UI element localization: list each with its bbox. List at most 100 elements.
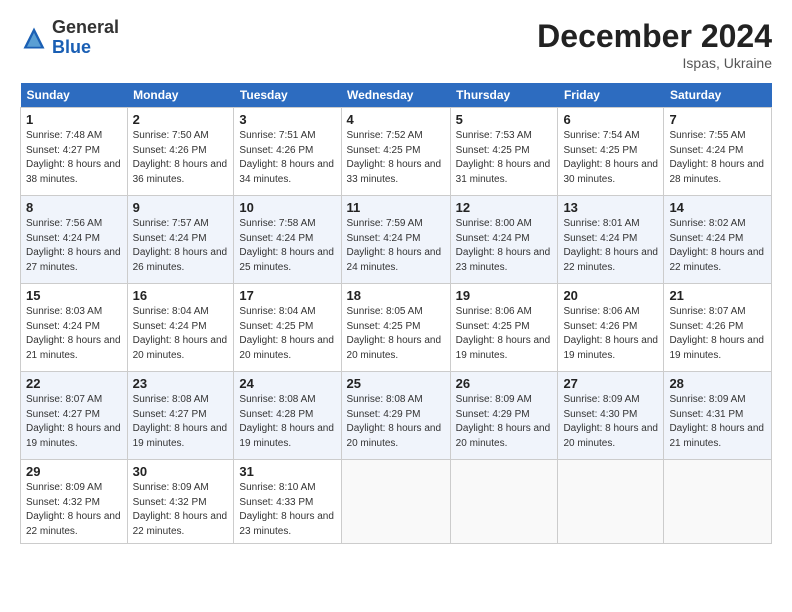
calendar-week-row: 22 Sunrise: 8:07 AMSunset: 4:27 PMDaylig… (21, 372, 772, 460)
day-info: Sunrise: 8:06 AMSunset: 4:26 PMDaylight:… (563, 306, 658, 361)
table-row: 16 Sunrise: 8:04 AMSunset: 4:24 PMDaylig… (127, 284, 234, 372)
table-row: 3 Sunrise: 7:51 AMSunset: 4:26 PMDayligh… (234, 108, 341, 196)
day-number: 16 (133, 288, 229, 303)
day-number: 3 (239, 112, 335, 127)
day-info: Sunrise: 8:09 AMSunset: 4:32 PMDaylight:… (26, 482, 121, 537)
table-row: 13 Sunrise: 8:01 AMSunset: 4:24 PMDaylig… (558, 196, 664, 284)
table-row: 11 Sunrise: 7:59 AMSunset: 4:24 PMDaylig… (341, 196, 450, 284)
day-info: Sunrise: 8:07 AMSunset: 4:26 PMDaylight:… (669, 306, 764, 361)
table-row (341, 460, 450, 544)
day-number: 21 (669, 288, 766, 303)
day-info: Sunrise: 8:09 AMSunset: 4:31 PMDaylight:… (669, 394, 764, 449)
day-info: Sunrise: 8:05 AMSunset: 4:25 PMDaylight:… (347, 306, 442, 361)
table-row: 20 Sunrise: 8:06 AMSunset: 4:26 PMDaylig… (558, 284, 664, 372)
table-row: 15 Sunrise: 8:03 AMSunset: 4:24 PMDaylig… (21, 284, 128, 372)
table-row: 5 Sunrise: 7:53 AMSunset: 4:25 PMDayligh… (450, 108, 558, 196)
logo-icon (20, 24, 48, 52)
day-number: 7 (669, 112, 766, 127)
day-info: Sunrise: 8:03 AMSunset: 4:24 PMDaylight:… (26, 306, 121, 361)
table-row (558, 460, 664, 544)
calendar-week-row: 15 Sunrise: 8:03 AMSunset: 4:24 PMDaylig… (21, 284, 772, 372)
table-row: 31 Sunrise: 8:10 AMSunset: 4:33 PMDaylig… (234, 460, 341, 544)
col-wednesday: Wednesday (341, 83, 450, 108)
day-number: 20 (563, 288, 658, 303)
calendar-header-row: Sunday Monday Tuesday Wednesday Thursday… (21, 83, 772, 108)
location: Ispas, Ukraine (537, 55, 772, 71)
table-row: 19 Sunrise: 8:06 AMSunset: 4:25 PMDaylig… (450, 284, 558, 372)
day-number: 26 (456, 376, 553, 391)
day-info: Sunrise: 8:09 AMSunset: 4:32 PMDaylight:… (133, 482, 228, 537)
table-row: 29 Sunrise: 8:09 AMSunset: 4:32 PMDaylig… (21, 460, 128, 544)
day-number: 19 (456, 288, 553, 303)
table-row: 8 Sunrise: 7:56 AMSunset: 4:24 PMDayligh… (21, 196, 128, 284)
day-info: Sunrise: 8:02 AMSunset: 4:24 PMDaylight:… (669, 218, 764, 273)
day-number: 6 (563, 112, 658, 127)
day-info: Sunrise: 8:08 AMSunset: 4:27 PMDaylight:… (133, 394, 228, 449)
day-number: 29 (26, 464, 122, 479)
day-number: 17 (239, 288, 335, 303)
table-row: 28 Sunrise: 8:09 AMSunset: 4:31 PMDaylig… (664, 372, 772, 460)
logo-general-text: General (52, 18, 119, 38)
day-number: 8 (26, 200, 122, 215)
day-number: 22 (26, 376, 122, 391)
table-row: 10 Sunrise: 7:58 AMSunset: 4:24 PMDaylig… (234, 196, 341, 284)
logo: General Blue (20, 18, 119, 58)
table-row: 7 Sunrise: 7:55 AMSunset: 4:24 PMDayligh… (664, 108, 772, 196)
table-row: 2 Sunrise: 7:50 AMSunset: 4:26 PMDayligh… (127, 108, 234, 196)
day-number: 5 (456, 112, 553, 127)
col-tuesday: Tuesday (234, 83, 341, 108)
day-number: 23 (133, 376, 229, 391)
month-title: December 2024 (537, 18, 772, 55)
calendar-week-row: 1 Sunrise: 7:48 AMSunset: 4:27 PMDayligh… (21, 108, 772, 196)
day-info: Sunrise: 7:59 AMSunset: 4:24 PMDaylight:… (347, 218, 442, 273)
day-number: 2 (133, 112, 229, 127)
table-row: 9 Sunrise: 7:57 AMSunset: 4:24 PMDayligh… (127, 196, 234, 284)
day-number: 11 (347, 200, 445, 215)
table-row: 14 Sunrise: 8:02 AMSunset: 4:24 PMDaylig… (664, 196, 772, 284)
table-row: 30 Sunrise: 8:09 AMSunset: 4:32 PMDaylig… (127, 460, 234, 544)
day-info: Sunrise: 8:07 AMSunset: 4:27 PMDaylight:… (26, 394, 121, 449)
day-number: 27 (563, 376, 658, 391)
title-block: December 2024 Ispas, Ukraine (537, 18, 772, 71)
col-monday: Monday (127, 83, 234, 108)
table-row: 26 Sunrise: 8:09 AMSunset: 4:29 PMDaylig… (450, 372, 558, 460)
day-number: 13 (563, 200, 658, 215)
day-info: Sunrise: 8:09 AMSunset: 4:30 PMDaylight:… (563, 394, 658, 449)
day-info: Sunrise: 7:52 AMSunset: 4:25 PMDaylight:… (347, 130, 442, 185)
header: General Blue December 2024 Ispas, Ukrain… (20, 18, 772, 71)
day-number: 30 (133, 464, 229, 479)
day-info: Sunrise: 8:06 AMSunset: 4:25 PMDaylight:… (456, 306, 551, 361)
day-number: 1 (26, 112, 122, 127)
table-row (664, 460, 772, 544)
day-info: Sunrise: 7:51 AMSunset: 4:26 PMDaylight:… (239, 130, 334, 185)
table-row (450, 460, 558, 544)
day-info: Sunrise: 7:48 AMSunset: 4:27 PMDaylight:… (26, 130, 121, 185)
day-number: 12 (456, 200, 553, 215)
day-info: Sunrise: 7:57 AMSunset: 4:24 PMDaylight:… (133, 218, 228, 273)
calendar-table: Sunday Monday Tuesday Wednesday Thursday… (20, 83, 772, 544)
day-info: Sunrise: 7:58 AMSunset: 4:24 PMDaylight:… (239, 218, 334, 273)
day-info: Sunrise: 7:54 AMSunset: 4:25 PMDaylight:… (563, 130, 658, 185)
col-saturday: Saturday (664, 83, 772, 108)
page-container: General Blue December 2024 Ispas, Ukrain… (0, 0, 792, 556)
day-number: 15 (26, 288, 122, 303)
calendar-week-row: 8 Sunrise: 7:56 AMSunset: 4:24 PMDayligh… (21, 196, 772, 284)
col-sunday: Sunday (21, 83, 128, 108)
logo-blue-text: Blue (52, 38, 119, 58)
day-info: Sunrise: 7:53 AMSunset: 4:25 PMDaylight:… (456, 130, 551, 185)
table-row: 22 Sunrise: 8:07 AMSunset: 4:27 PMDaylig… (21, 372, 128, 460)
day-number: 25 (347, 376, 445, 391)
table-row: 24 Sunrise: 8:08 AMSunset: 4:28 PMDaylig… (234, 372, 341, 460)
table-row: 17 Sunrise: 8:04 AMSunset: 4:25 PMDaylig… (234, 284, 341, 372)
table-row: 23 Sunrise: 8:08 AMSunset: 4:27 PMDaylig… (127, 372, 234, 460)
logo-text: General Blue (52, 18, 119, 58)
table-row: 12 Sunrise: 8:00 AMSunset: 4:24 PMDaylig… (450, 196, 558, 284)
day-number: 9 (133, 200, 229, 215)
day-info: Sunrise: 8:01 AMSunset: 4:24 PMDaylight:… (563, 218, 658, 273)
day-info: Sunrise: 8:04 AMSunset: 4:24 PMDaylight:… (133, 306, 228, 361)
day-info: Sunrise: 7:55 AMSunset: 4:24 PMDaylight:… (669, 130, 764, 185)
table-row: 1 Sunrise: 7:48 AMSunset: 4:27 PMDayligh… (21, 108, 128, 196)
day-info: Sunrise: 8:10 AMSunset: 4:33 PMDaylight:… (239, 482, 334, 537)
day-info: Sunrise: 8:04 AMSunset: 4:25 PMDaylight:… (239, 306, 334, 361)
table-row: 18 Sunrise: 8:05 AMSunset: 4:25 PMDaylig… (341, 284, 450, 372)
